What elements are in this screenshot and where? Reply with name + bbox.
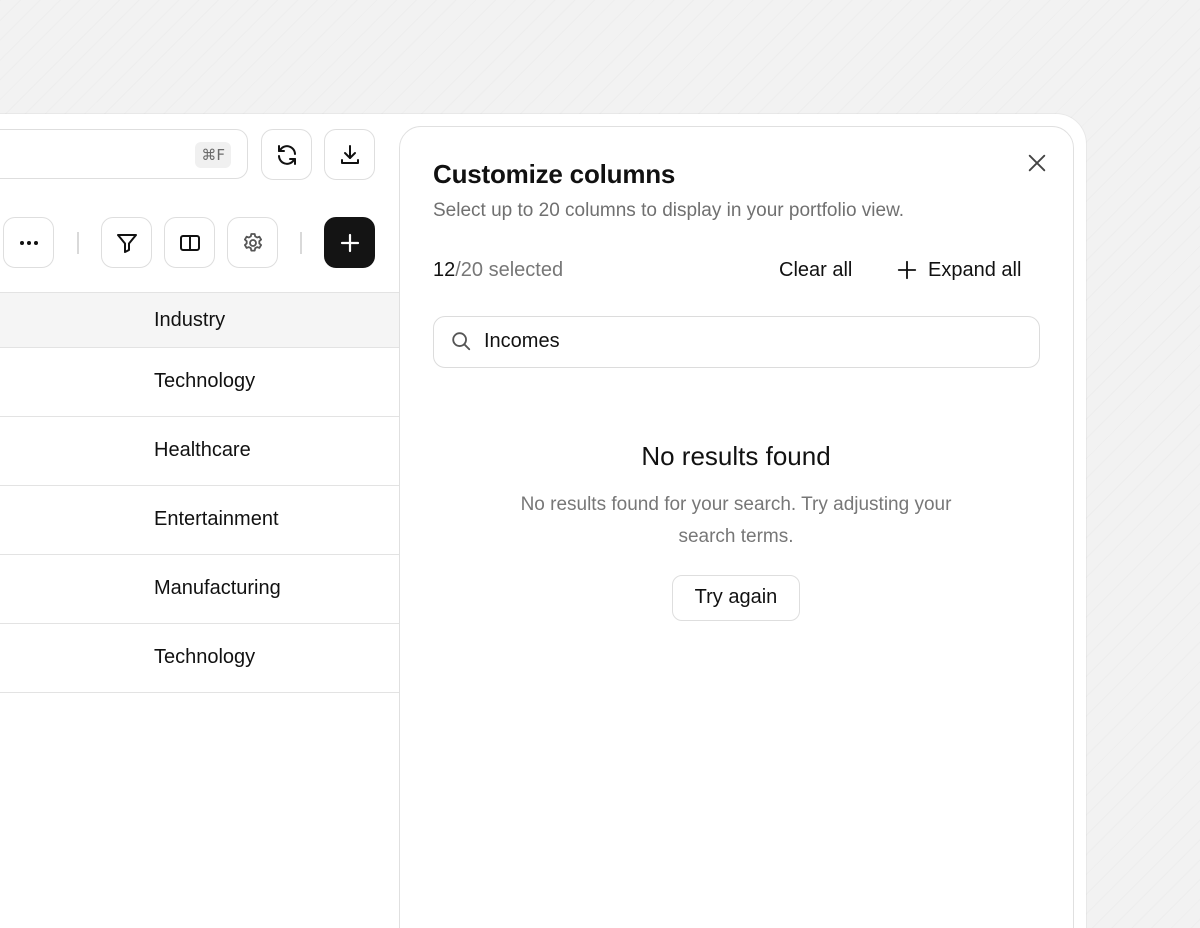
close-button[interactable] [1021,147,1053,179]
clear-all-button[interactable]: Clear all [779,259,852,282]
selected-count: 12/20 selected [433,259,563,282]
add-button[interactable] [324,217,375,268]
try-again-button[interactable]: Try again [672,575,800,621]
more-options-button[interactable] [3,217,54,268]
columns-icon [179,234,200,251]
table-row[interactable]: Technology [0,624,400,693]
expand-all-label: Expand all [928,258,1022,281]
customize-columns-panel: Customize columns Select up to 20 column… [399,126,1074,928]
table-row[interactable]: Healthcare [0,417,400,486]
refresh-button[interactable] [261,129,312,180]
table-header: Industry [0,292,400,348]
column-search-input[interactable]: Incomes [433,316,1040,368]
download-icon [340,144,359,164]
selected-count-value: 12 [433,259,456,281]
empty-state: No results found No results found for yo… [400,439,1072,621]
settings-button[interactable] [227,217,278,268]
search-icon [452,332,471,351]
gear-icon [243,232,262,251]
filter-button[interactable] [101,217,152,268]
toolbar-divider [77,232,79,254]
column-header-industry[interactable]: Industry [154,309,225,332]
plus-icon [897,260,917,280]
table-row[interactable]: Entertainment [0,486,400,555]
selected-count-total: /20 selected [455,259,564,281]
empty-state-title: No results found [641,441,831,471]
industry-cell: Technology [154,646,256,668]
panel-title: Customize columns [433,159,676,189]
panel-subtitle: Select up to 20 columns to display in yo… [433,200,905,221]
table-row[interactable]: Technology [0,348,400,417]
columns-button[interactable] [164,217,215,268]
table-row[interactable]: Manufacturing [0,555,400,624]
industry-cell: Healthcare [154,439,251,461]
toolbar-divider [300,232,302,254]
empty-state-description: No results found for your search. Try ad… [520,494,952,547]
refresh-icon [277,144,296,165]
download-button[interactable] [324,129,375,180]
more-horizontal-icon [19,240,38,245]
search-value: Incomes [484,330,560,352]
filter-icon [116,233,137,253]
search-shortcut-badge: ⌘F [195,142,231,168]
table-search-input[interactable]: ⌘F [0,129,248,179]
expand-all-button[interactable]: Expand all [896,255,1021,285]
plus-icon [340,233,359,252]
data-table: Industry Technology Healthcare Entertain… [0,292,400,693]
industry-cell: Entertainment [154,508,279,530]
industry-cell: Manufacturing [154,577,281,599]
close-icon [1028,154,1046,172]
industry-cell: Technology [154,370,256,392]
